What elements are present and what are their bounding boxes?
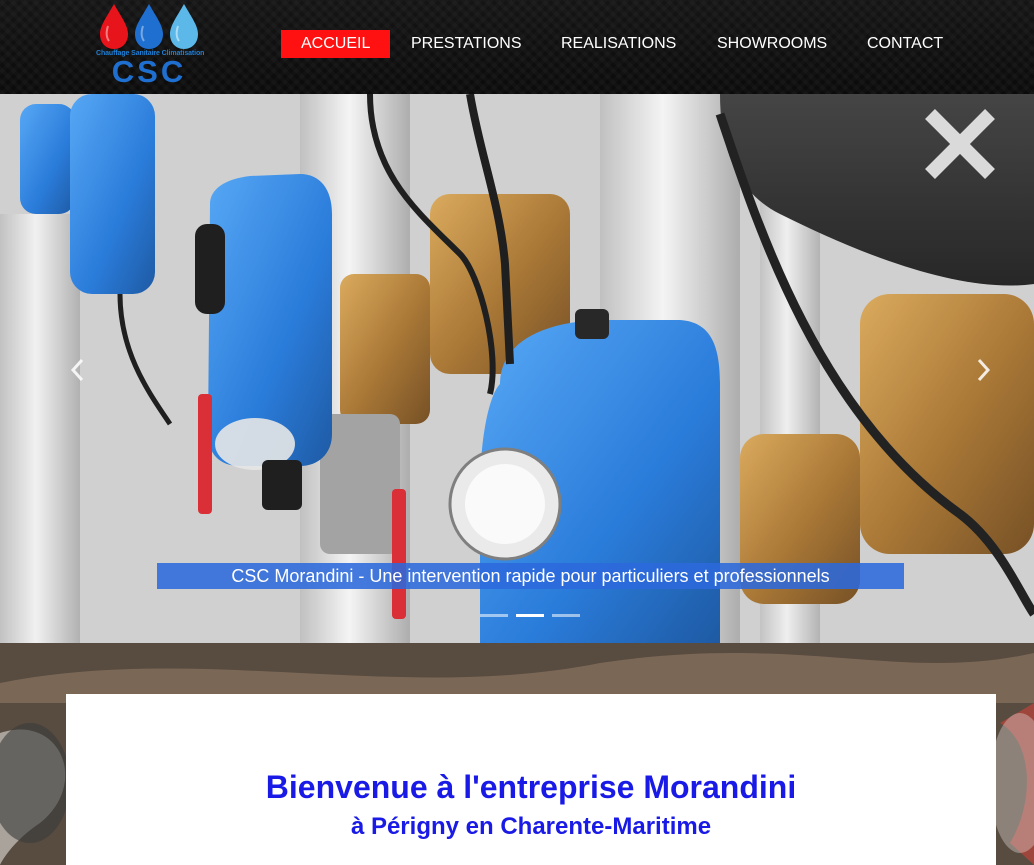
chevron-right-icon (977, 358, 991, 382)
csc-logo[interactable]: Chauffage Sanitaire Climatisation CSC (96, 2, 204, 89)
carousel-indicator-1[interactable] (480, 614, 508, 617)
water-drops-icon (100, 4, 198, 49)
welcome-title: Bienvenue à l'entreprise Morandini (265, 769, 797, 805)
logo-text: CSC (111, 54, 187, 89)
nav-contact[interactable]: CONTACT (867, 30, 943, 58)
site-header: Chauffage Sanitaire Climatisation CSC AC… (0, 0, 1034, 94)
nav-realisations[interactable]: REALISATIONS (561, 30, 676, 58)
welcome-subtitle: à Périgny en Charente-Maritime (350, 813, 712, 840)
welcome-section: Bienvenue à l'entreprise Morandini à Pér… (0, 643, 1034, 865)
welcome-card: Bienvenue à l'entreprise Morandini à Pér… (66, 694, 996, 865)
hero-carousel[interactable]: CSC Morandini - Une intervention rapide … (0, 94, 1034, 643)
nav-prestations[interactable]: PRESTATIONS (411, 30, 522, 58)
nav-showrooms[interactable]: SHOWROOMS (717, 30, 827, 58)
carousel-indicator-3[interactable] (552, 614, 580, 617)
hero-plumbing-image (0, 94, 1034, 643)
carousel-indicator-2[interactable] (516, 614, 544, 617)
carousel-caption: CSC Morandini - Une intervention rapide … (157, 563, 904, 589)
carousel-prev-button[interactable] (66, 356, 90, 384)
chevron-left-icon (70, 358, 84, 382)
nav-accueil[interactable]: ACCUEIL (281, 30, 391, 58)
carousel-next-button[interactable] (971, 356, 995, 384)
